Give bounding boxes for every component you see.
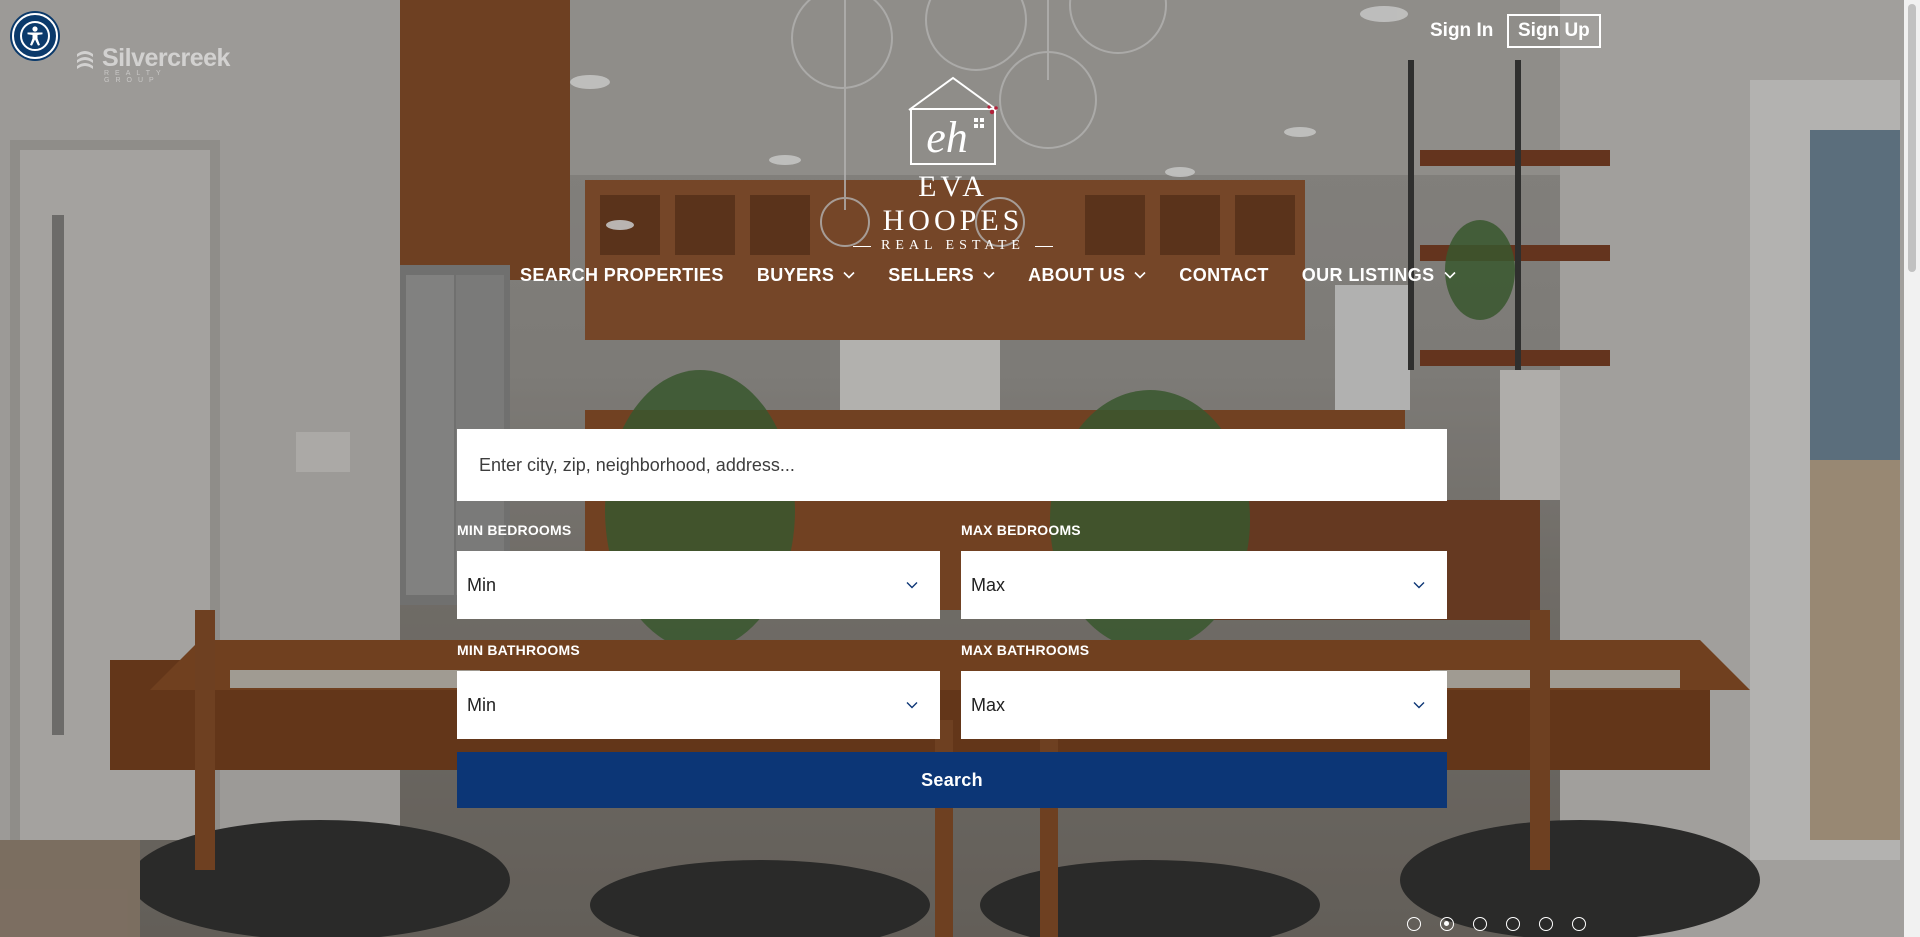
brokerage-logo: Silvercreek REALTY GROUP	[74, 44, 230, 84]
house-monogram-icon: eh	[908, 76, 998, 165]
logo-tagline: REAL ESTATE	[881, 238, 1025, 253]
max-bedrooms-select[interactable]: Max	[961, 551, 1447, 619]
min-bathrooms-value: Min	[467, 694, 497, 715]
chevron-down-icon	[906, 582, 918, 589]
accessibility-icon	[20, 21, 50, 51]
max-bathrooms-label: MAX BATHROOMS	[961, 642, 1090, 658]
nav-buyers[interactable]: BUYERS	[757, 265, 855, 286]
slider-dot[interactable]	[1407, 917, 1421, 931]
nav-contact[interactable]: CONTACT	[1179, 265, 1268, 286]
max-bathrooms-value: Max	[971, 694, 1006, 715]
slider-dot[interactable]	[1539, 917, 1553, 931]
max-bedrooms-label: MAX BEDROOMS	[961, 522, 1081, 538]
slider-dot[interactable]	[1440, 917, 1454, 931]
sign-in-link[interactable]: Sign In	[1424, 14, 1499, 48]
chevron-down-icon	[906, 702, 918, 709]
chevron-down-icon	[1134, 271, 1146, 279]
min-bedrooms-label: MIN BEDROOMS	[457, 522, 572, 538]
slider-dot[interactable]	[1572, 917, 1586, 931]
min-bathrooms-select[interactable]: Min	[457, 671, 940, 739]
brokerage-name: Silvercreek	[102, 44, 230, 72]
slider-dot[interactable]	[1473, 917, 1487, 931]
slider-dot[interactable]	[1506, 917, 1520, 931]
location-search-input[interactable]	[457, 429, 1447, 501]
nav-search-properties[interactable]: SEARCH PROPERTIES	[520, 265, 724, 286]
nav-sellers[interactable]: SELLERS	[888, 265, 995, 286]
accessibility-button[interactable]	[12, 13, 58, 59]
max-bedrooms-value: Max	[971, 574, 1006, 595]
main-nav: SEARCH PROPERTIES BUYERS SELLERS ABOUT U…	[520, 262, 1489, 288]
silvercreek-mark-icon	[77, 50, 93, 69]
scrollbar-thumb[interactable]	[1908, 4, 1916, 272]
nav-our-listings[interactable]: OUR LISTINGS	[1302, 265, 1456, 286]
logo-monogram: eh	[926, 113, 968, 162]
chevron-down-icon	[843, 271, 855, 279]
search-button[interactable]: Search	[457, 752, 1447, 808]
max-bathrooms-select[interactable]: Max	[961, 671, 1447, 739]
brokerage-subtitle: REALTY GROUP	[104, 70, 167, 84]
page-scrollbar[interactable]	[1904, 0, 1920, 937]
min-bedrooms-value: Min	[467, 574, 497, 595]
logo-name: EVA HOOPES	[882, 170, 1024, 237]
min-bedrooms-select[interactable]: Min	[457, 551, 940, 619]
logo-tagline-row: REAL ESTATE	[848, 238, 1058, 254]
chevron-down-icon	[1413, 582, 1425, 589]
chevron-down-icon	[1443, 271, 1456, 279]
chevron-down-icon	[1413, 702, 1425, 709]
hero-slider-dots	[1407, 917, 1586, 931]
nav-about-us[interactable]: ABOUT US	[1028, 265, 1146, 286]
min-bathrooms-label: MIN BATHROOMS	[457, 642, 580, 658]
chevron-down-icon	[983, 271, 995, 279]
sign-up-button[interactable]: Sign Up	[1507, 14, 1601, 48]
agent-logo[interactable]: eh EVA HOOPES REAL ESTATE	[848, 74, 1058, 253]
